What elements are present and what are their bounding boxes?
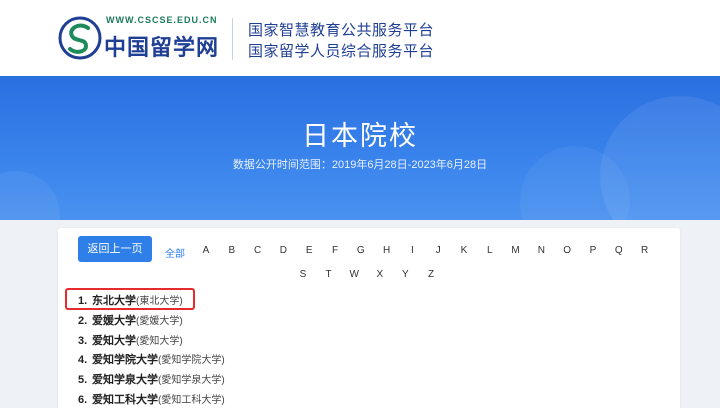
university-name-link[interactable]: 爱知学泉大学 bbox=[92, 374, 158, 386]
letter-filter-l[interactable]: L bbox=[480, 245, 500, 256]
letter-filter-g[interactable]: G bbox=[351, 245, 371, 256]
logo-chinese-text: 中国留学网 bbox=[104, 35, 220, 61]
university-number: 4. bbox=[78, 354, 88, 367]
page-banner: 日本院校 数据公开时间范围：2019年6月28日-2023年6月28日 bbox=[0, 76, 720, 220]
letter-filter-t[interactable]: T bbox=[319, 269, 339, 280]
page-title: 日本院校 bbox=[302, 121, 418, 151]
university-item[interactable]: 3. 爱知大学(愛知大学) bbox=[78, 332, 183, 350]
university-number: 6. bbox=[78, 394, 88, 406]
banner-decoration bbox=[0, 171, 60, 220]
letter-filter-o[interactable]: O bbox=[557, 245, 577, 256]
university-original-name: (愛知工科大学) bbox=[158, 395, 225, 406]
back-button[interactable]: 返回上一页 bbox=[78, 236, 152, 262]
header-divider bbox=[232, 18, 233, 60]
university-name-link[interactable]: 爱知大学 bbox=[92, 335, 136, 347]
letter-filter-y[interactable]: Y bbox=[395, 269, 415, 280]
university-original-name: (愛知大学) bbox=[136, 335, 183, 347]
letter-filter-i[interactable]: I bbox=[402, 245, 422, 256]
letter-filter-k[interactable]: K bbox=[454, 245, 474, 256]
university-name-link[interactable]: 爱知工科大学 bbox=[92, 394, 158, 406]
site-header: WWW.CSCSE.EDU.CN 中国留学网 国家智慧教育公共服务平台 国家留学… bbox=[0, 0, 720, 76]
logo-mark-icon bbox=[58, 16, 102, 60]
university-list-card: 返回上一页 全部 ABCDEFGHIJKLMNOPQR STWXYZ 1. 东北大学… bbox=[58, 228, 680, 408]
letter-filter-w[interactable]: W bbox=[344, 269, 364, 280]
university-number: 2. bbox=[78, 314, 88, 327]
letter-filter-d[interactable]: D bbox=[273, 245, 293, 256]
university-item[interactable]: 6. 爱知工科大学(愛知工科大学) bbox=[78, 391, 225, 408]
filter-all[interactable]: 全部 bbox=[160, 245, 190, 260]
letter-filter-q[interactable]: Q bbox=[609, 245, 629, 256]
university-name-link[interactable]: 东北大学 bbox=[92, 295, 136, 307]
letter-filter-n[interactable]: N bbox=[531, 245, 551, 256]
letter-filter-f[interactable]: F bbox=[325, 245, 345, 256]
letter-filter-x[interactable]: X bbox=[370, 269, 390, 280]
university-original-name: (愛知学院大学) bbox=[158, 355, 225, 367]
university-item[interactable]: 4. 爱知学院大学(愛知学院大学) bbox=[78, 351, 225, 369]
university-name-link[interactable]: 爱知学院大学 bbox=[92, 354, 158, 366]
site-logo[interactable]: WWW.CSCSE.EDU.CN 中国留学网 bbox=[58, 12, 218, 66]
letter-filter-z[interactable]: Z bbox=[421, 269, 441, 280]
university-original-name: (東北大学) bbox=[136, 296, 183, 307]
university-item[interactable]: 5. 爱知学泉大学(愛知学泉大学) bbox=[78, 371, 225, 389]
university-original-name: (愛知学泉大学) bbox=[158, 375, 225, 387]
letter-filter-h[interactable]: H bbox=[377, 245, 397, 256]
letter-filter-c[interactable]: C bbox=[248, 245, 268, 256]
letter-filter-r[interactable]: R bbox=[635, 245, 655, 256]
university-number: 1. bbox=[78, 295, 88, 307]
university-original-name: (愛媛大学) bbox=[136, 315, 183, 327]
university-number: 3. bbox=[78, 334, 88, 347]
university-item[interactable]: 1. 东北大学(東北大学) bbox=[78, 292, 183, 310]
letter-filter-j[interactable]: J bbox=[428, 245, 448, 256]
platform-name-2[interactable]: 国家留学人员综合服务平台 bbox=[248, 40, 434, 61]
letter-filter-a[interactable]: A bbox=[196, 245, 216, 256]
university-item[interactable]: 2. 爱媛大学(愛媛大学) bbox=[78, 312, 183, 330]
university-name-link[interactable]: 爱媛大学 bbox=[92, 315, 136, 327]
letter-filter-s[interactable]: S bbox=[293, 269, 313, 280]
letter-filter-p[interactable]: P bbox=[583, 245, 603, 256]
data-period-text: 数据公开时间范围：2019年6月28日-2023年6月28日 bbox=[232, 159, 488, 171]
letter-filter-m[interactable]: M bbox=[506, 245, 526, 256]
university-number: 5. bbox=[78, 374, 88, 387]
letter-filter-e[interactable]: E bbox=[299, 245, 319, 256]
logo-url-text: WWW.CSCSE.EDU.CN bbox=[106, 15, 218, 25]
letter-filter-b[interactable]: B bbox=[222, 245, 242, 256]
platform-name-1[interactable]: 国家智慧教育公共服务平台 bbox=[248, 19, 434, 40]
